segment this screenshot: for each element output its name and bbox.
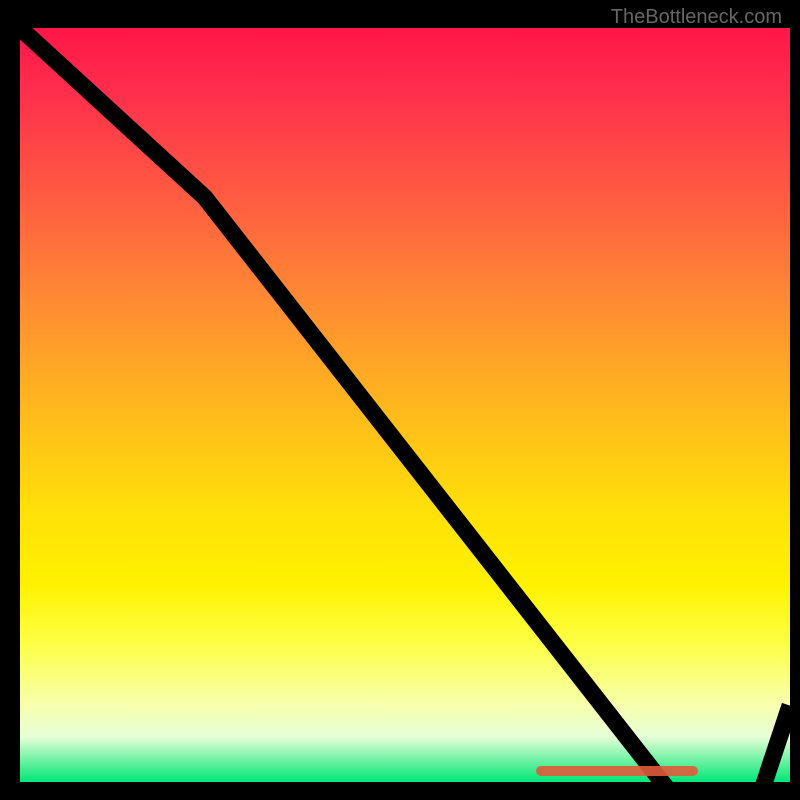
watermark-text: TheBottleneck.com bbox=[611, 6, 782, 29]
optimal-range-marker bbox=[536, 766, 698, 776]
chart-area bbox=[20, 28, 790, 782]
bottleneck-curve bbox=[20, 28, 790, 798]
curve-path bbox=[20, 28, 790, 798]
